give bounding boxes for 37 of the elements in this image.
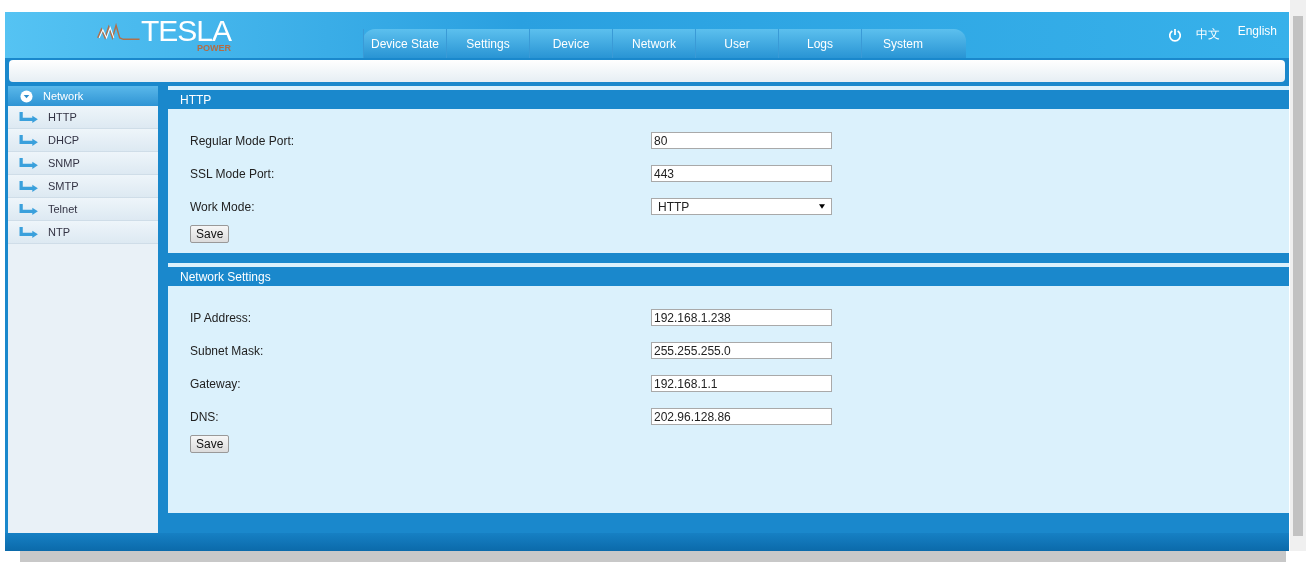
vertical-scrollbar[interactable]	[1290, 0, 1306, 551]
input-field[interactable]: 192.168.1.1	[651, 375, 832, 392]
field-label: Gateway:	[190, 376, 242, 391]
sidebar-item[interactable]: DHCP	[8, 129, 158, 152]
arrow-icon	[18, 133, 41, 147]
horizontal-scrollbar[interactable]	[20, 551, 1286, 562]
dropdown[interactable]: HTTP	[651, 198, 832, 215]
field-label: IP Address:	[190, 310, 253, 325]
sidebar-item[interactable]: NTP	[8, 221, 158, 244]
field-label: Subnet Mask:	[190, 343, 265, 358]
save-button[interactable]: Save	[190, 435, 230, 453]
logo-tagline: POWER	[197, 44, 232, 52]
field-label: SSL Mode Port:	[190, 166, 276, 181]
field-label: DNS:	[190, 409, 220, 424]
arrow-icon	[18, 156, 41, 170]
input-field[interactable]: 255.255.255.0	[651, 342, 832, 359]
input-field[interactable]: 192.168.1.238	[651, 309, 832, 326]
input-field[interactable]: 80	[651, 132, 832, 149]
arrow-icon	[18, 225, 41, 239]
sidebar-item[interactable]: SNMP	[8, 152, 158, 175]
power-icon[interactable]	[1167, 28, 1182, 42]
field-label: Work Mode:	[190, 199, 256, 214]
save-button[interactable]: Save	[190, 225, 230, 243]
section-header: HTTP	[168, 90, 1289, 109]
wave-icon	[97, 22, 141, 42]
field-label: Regular Mode Port:	[190, 133, 296, 148]
input-field[interactable]: 202.96.128.86	[651, 408, 832, 425]
arrow-icon	[18, 179, 41, 193]
section-header: Network Settings	[168, 267, 1289, 286]
sidebar-item[interactable]: HTTP	[8, 106, 158, 129]
sidebar-item[interactable]: SMTP	[8, 175, 158, 198]
input-field[interactable]: 443	[651, 165, 832, 182]
arrow-icon	[18, 110, 41, 124]
dropdown-arrow-icon	[819, 204, 825, 209]
sidebar-item[interactable]: Telnet	[8, 198, 158, 221]
arrow-icon	[18, 202, 41, 216]
logo-name: TESLA	[141, 18, 232, 44]
